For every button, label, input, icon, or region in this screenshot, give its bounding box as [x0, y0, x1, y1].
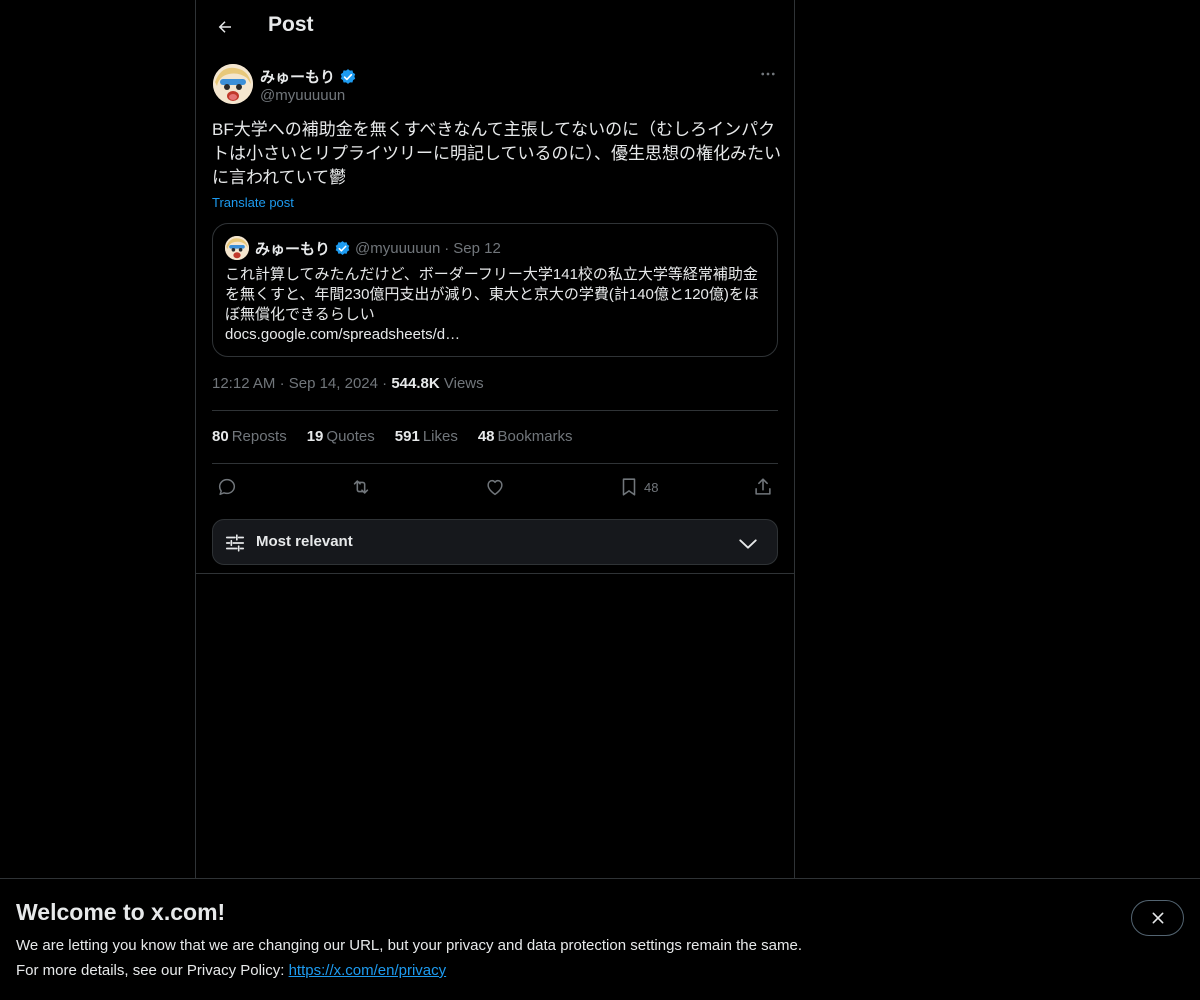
- quoted-post-body: これ計算してみたんだけど、ボーダーフリー大学141校の私立大学等経常補助金を無く…: [225, 265, 765, 345]
- quoted-post-link: docs.google.com/spreadsheets/d…: [225, 326, 461, 343]
- quoted-author-name: みゅーもり: [255, 240, 331, 258]
- quoted-author-handle: @myuuuuun: [355, 239, 441, 257]
- verified-badge-icon: [335, 240, 350, 255]
- post-time[interactable]: 12:12 AM: [212, 375, 275, 392]
- post-text: BF大学への補助金を無くすべきなんて主張してないのに（むしろインパクトは小さいと…: [212, 120, 781, 187]
- url-change-banner: Welcome to x.com! We are letting you kno…: [0, 878, 1200, 1000]
- quoted-post-header: みゅーもり @myuuuuun · Sep 12: [225, 236, 501, 260]
- reposts-stat[interactable]: 80 Reposts: [212, 428, 287, 445]
- banner-close-button[interactable]: [1131, 900, 1184, 936]
- bookmark-count: 48: [644, 479, 659, 495]
- back-button[interactable]: [210, 12, 240, 42]
- banner-privacy-text: For more details, see our Privacy Policy…: [16, 962, 289, 979]
- more-dots-icon: [761, 72, 775, 76]
- sort-label: Most relevant: [256, 533, 353, 550]
- privacy-policy-link[interactable]: https://x.com/en/privacy: [289, 962, 447, 979]
- translate-post-link[interactable]: Translate post: [212, 195, 294, 210]
- divider: [212, 410, 778, 411]
- like-button[interactable]: [484, 475, 506, 499]
- share-icon: [755, 478, 771, 495]
- quoted-post-text: これ計算してみたんだけど、ボーダーフリー大学141校の私立大学等経常補助金を無く…: [225, 266, 759, 323]
- post-header: Post: [196, 0, 794, 53]
- repost-button[interactable]: [350, 475, 372, 499]
- author-name-row[interactable]: みゅーもり: [260, 66, 357, 87]
- divider: [196, 573, 794, 574]
- quoted-post-card[interactable]: みゅーもり @myuuuuun · Sep 12 これ計算してみたんだけど、ボー…: [212, 223, 778, 357]
- close-icon: [1152, 912, 1163, 924]
- banner-title: Welcome to x.com!: [16, 899, 226, 925]
- share-button[interactable]: [752, 475, 774, 499]
- post-date[interactable]: Sep 14, 2024: [289, 375, 378, 392]
- bookmarks-stat[interactable]: 48 Bookmarks: [478, 428, 573, 445]
- post-stats: 80 Reposts 19 Quotes 591 Likes 48 Bookmarks: [212, 428, 573, 445]
- arrow-left-icon: [218, 21, 231, 33]
- meta-separator: ·: [444, 239, 450, 257]
- reply-button[interactable]: [216, 475, 238, 499]
- heart-icon: [487, 479, 503, 496]
- reply-icon: [218, 478, 236, 496]
- quotes-stat[interactable]: 19 Quotes: [307, 428, 375, 445]
- bookmark-button[interactable]: 48: [618, 475, 658, 499]
- divider: [212, 463, 778, 464]
- likes-stat[interactable]: 591 Likes: [395, 428, 458, 445]
- post-meta: 12:12 AM · Sep 14, 2024 · 544.8K Views: [212, 375, 484, 392]
- author-handle[interactable]: @myuuuuun: [260, 87, 345, 104]
- page-title: Post: [268, 13, 314, 36]
- banner-privacy-line: For more details, see our Privacy Policy…: [16, 962, 446, 979]
- meta-separator: ·: [279, 375, 285, 392]
- more-options-button[interactable]: [756, 62, 780, 86]
- main-column: Post みゅーもり @myuuuuun BF大学への補助金を無くすべきなんて主…: [195, 0, 795, 878]
- quoted-author-avatar: [225, 236, 249, 260]
- chevron-down-icon: [739, 539, 757, 549]
- sliders-icon: [225, 534, 245, 552]
- banner-message: We are letting you know that we are chan…: [16, 937, 802, 954]
- views-count: 544.8K: [391, 375, 440, 392]
- avatar-illustration-icon: [213, 64, 253, 104]
- reply-sort-dropdown[interactable]: Most relevant: [212, 519, 778, 565]
- avatar-illustration-icon: [225, 236, 249, 260]
- views-label: Views: [443, 375, 484, 392]
- bookmark-icon: [622, 478, 636, 496]
- repost-icon: [353, 480, 369, 494]
- author-avatar[interactable]: [213, 64, 253, 104]
- verified-badge-icon: [340, 68, 356, 84]
- quoted-post-date: Sep 12: [453, 239, 501, 257]
- meta-separator: ·: [382, 375, 388, 392]
- author-name[interactable]: みゅーもり: [260, 66, 335, 87]
